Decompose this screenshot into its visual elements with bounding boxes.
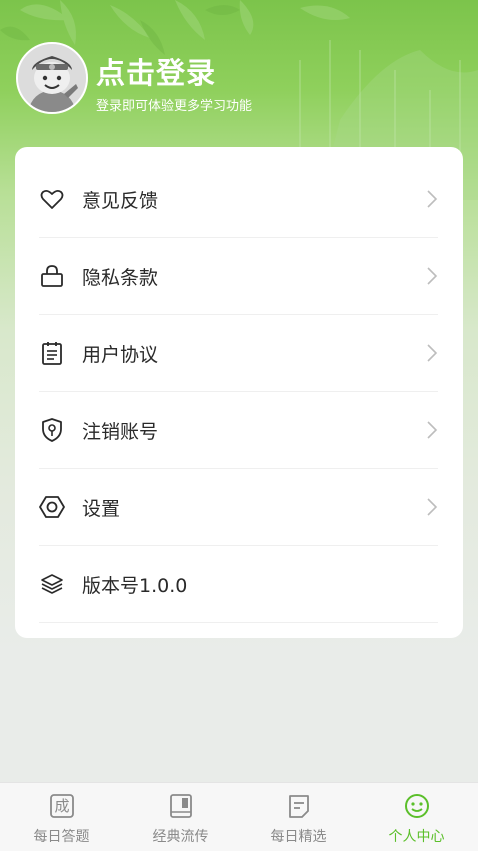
cartoon-avatar-icon xyxy=(18,44,86,112)
chevron-right-icon xyxy=(426,497,438,517)
menu-item-settings[interactable]: 设置 xyxy=(39,468,438,546)
menu-item-label: 用户协议 xyxy=(82,344,159,366)
tab-profile[interactable]: 个人中心 xyxy=(357,783,476,851)
menu-item-feedback[interactable]: 意见反馈 xyxy=(39,160,438,238)
avatar[interactable] xyxy=(16,42,88,114)
menu-item-label: 设置 xyxy=(82,498,121,520)
bottom-tab-bar: 成 每日答题 经典流传 每日精选 个人中心 xyxy=(0,782,478,851)
tab-classics[interactable]: 经典流传 xyxy=(121,783,240,851)
lock-icon xyxy=(39,263,65,289)
document-icon xyxy=(286,793,312,819)
menu-item-user-agreement[interactable]: 用户协议 xyxy=(39,314,438,392)
chevron-right-icon xyxy=(426,343,438,363)
tab-daily-quiz[interactable]: 成 每日答题 xyxy=(2,783,121,851)
tab-label: 每日精选 xyxy=(270,829,327,845)
shield-key-icon xyxy=(39,417,65,443)
menu-item-label: 隐私条款 xyxy=(82,267,159,289)
idiom-character-icon: 成 xyxy=(49,793,75,819)
tab-label: 经典流传 xyxy=(152,829,209,845)
idiom-character-glyph: 成 xyxy=(54,797,70,815)
menu-item-version: 版本号1.0.0 xyxy=(39,545,438,623)
book-icon xyxy=(168,793,194,819)
menu-item-cancel-account[interactable]: 注销账号 xyxy=(39,391,438,469)
tab-label: 每日答题 xyxy=(33,829,90,845)
profile-header[interactable]: 点击登录 登录即可体验更多学习功能 xyxy=(0,0,478,140)
chevron-right-icon xyxy=(426,189,438,209)
version-label: 版本号1.0.0 xyxy=(82,575,188,597)
layers-icon xyxy=(39,571,65,597)
heart-icon xyxy=(39,186,65,212)
login-title[interactable]: 点击登录 xyxy=(96,50,216,92)
smiley-icon xyxy=(404,793,430,819)
menu-item-privacy[interactable]: 隐私条款 xyxy=(39,237,438,315)
menu-item-label: 注销账号 xyxy=(82,421,159,443)
tab-daily-picks[interactable]: 每日精选 xyxy=(239,783,358,851)
login-subtitle: 登录即可体验更多学习功能 xyxy=(96,99,253,114)
gear-icon xyxy=(39,494,65,520)
tab-label: 个人中心 xyxy=(388,829,445,845)
notepad-icon xyxy=(39,340,65,366)
menu-card: 意见反馈 隐私条款 用户协议 注销账号 设置 版本号1.0.0 xyxy=(15,147,463,638)
chevron-right-icon xyxy=(426,266,438,286)
menu-item-label: 意见反馈 xyxy=(82,190,159,212)
chevron-right-icon xyxy=(426,420,438,440)
